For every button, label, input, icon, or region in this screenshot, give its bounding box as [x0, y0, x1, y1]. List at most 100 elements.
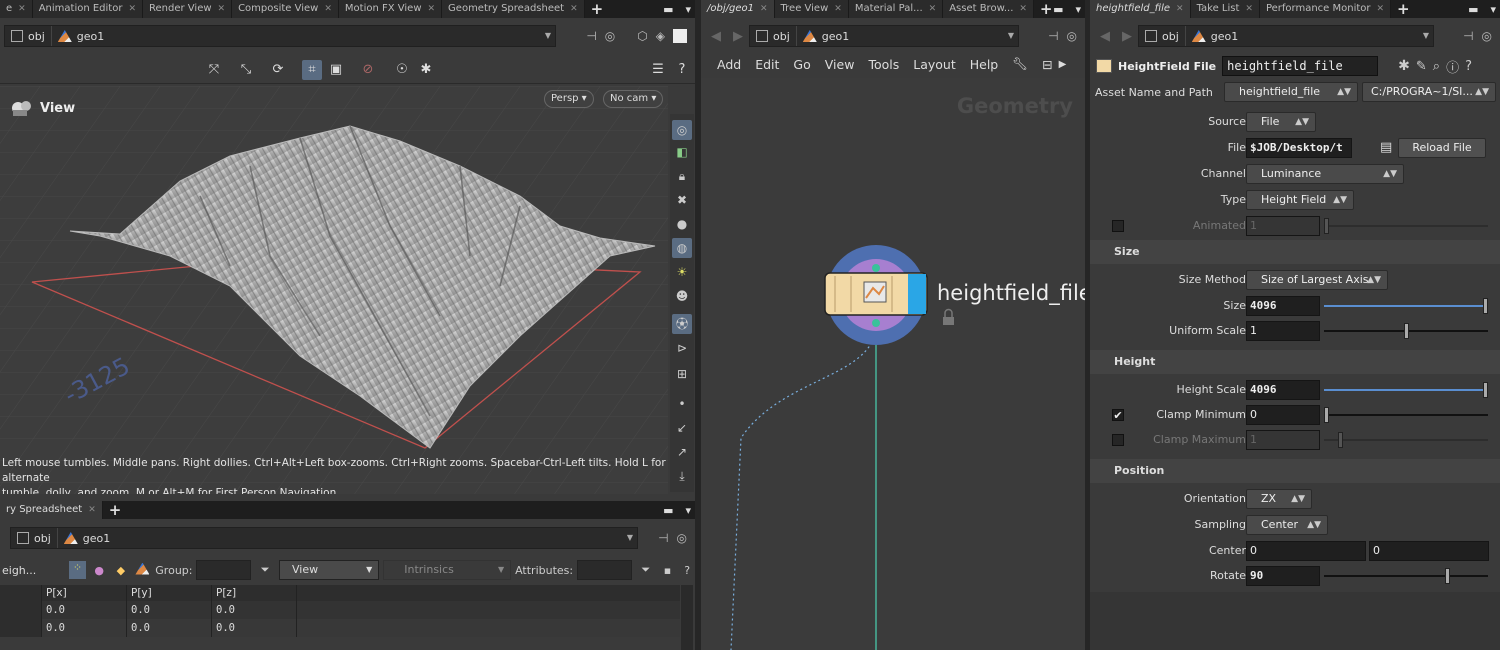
- tab-geometry-spreadsheet-2[interactable]: ry Spreadsheet ✕: [0, 501, 103, 519]
- handle-icon[interactable]: ☉: [392, 60, 412, 80]
- lock-icon[interactable]: [943, 317, 954, 325]
- menu-go[interactable]: Go: [793, 57, 810, 72]
- tab-tree-view[interactable]: Tree View ✕: [774, 0, 849, 18]
- close-icon[interactable]: ✕: [88, 501, 96, 519]
- pin-icon[interactable]: ⊣: [658, 531, 668, 545]
- breadcrumb-geo1[interactable]: geo1: [1184, 26, 1244, 46]
- maximize-icon[interactable]: ▬: [663, 504, 673, 517]
- close-icon[interactable]: ✕: [570, 0, 578, 18]
- persp-menu-button[interactable]: Persp ▾: [544, 90, 594, 108]
- pane-menu-icon[interactable]: ▾: [685, 504, 691, 517]
- display-list-icon[interactable]: ☰: [648, 60, 668, 80]
- tab-motion-fx-view[interactable]: Motion FX View ✕: [338, 0, 443, 18]
- clamp-max-field[interactable]: 1: [1246, 430, 1320, 450]
- render-icon[interactable]: ⊞: [672, 364, 692, 384]
- chevron-right-icon[interactable]: ▶: [1059, 59, 1067, 70]
- filter-icon[interactable]: ⏷: [636, 563, 656, 577]
- animated-checkbox[interactable]: [1112, 220, 1124, 232]
- uniform-scale-slider[interactable]: [1324, 323, 1488, 339]
- column-header[interactable]: P[x]: [42, 585, 127, 601]
- path-field[interactable]: obj geo1 ▼: [1138, 25, 1434, 47]
- clamp-min-checkbox[interactable]: ✔: [1112, 409, 1124, 421]
- shading-icon[interactable]: ◈: [656, 29, 665, 43]
- tab-composite-view[interactable]: Composite View ✕: [232, 0, 339, 18]
- more-icon[interactable]: ⤓: [672, 466, 692, 486]
- tab-network-view[interactable]: /obj/geo1 ✕: [701, 0, 775, 18]
- chevron-down-icon[interactable]: ▼: [627, 533, 633, 542]
- primitives-icon[interactable]: ◆: [112, 564, 130, 577]
- node-name-field[interactable]: heightfield_file: [1222, 56, 1379, 76]
- forward-arrow-icon[interactable]: ▶: [727, 29, 749, 44]
- rotate-tool-icon[interactable]: ⟳: [268, 60, 288, 80]
- lock-icon[interactable]: 🔒︎: [672, 166, 692, 186]
- animated-slider[interactable]: [1324, 218, 1488, 234]
- vector-icon[interactable]: ↗: [672, 442, 692, 462]
- attributes-input[interactable]: [577, 560, 633, 580]
- maximize-icon[interactable]: ▬: [663, 3, 673, 16]
- link-icon[interactable]: ◎: [677, 531, 687, 545]
- position-section-header[interactable]: Position: [1090, 459, 1500, 483]
- tab-unknown[interactable]: e ✕: [0, 0, 33, 18]
- tab-take-list[interactable]: Take List ✕: [1190, 0, 1260, 18]
- tab-performance-monitor[interactable]: Performance Monitor ✕: [1259, 0, 1392, 18]
- height-scale-field[interactable]: 4096: [1246, 380, 1320, 400]
- select-tool-icon[interactable]: ⤧: [204, 60, 224, 80]
- search-icon[interactable]: ⌕: [1433, 59, 1440, 74]
- pane-menu-icon[interactable]: ▾: [1490, 3, 1496, 16]
- help-icon[interactable]: ?: [679, 564, 695, 577]
- scene-viewport[interactable]: -3125 View Persp ▾ No cam ▾ Left mouse t…: [0, 86, 668, 494]
- breadcrumb-obj[interactable]: obj: [11, 528, 57, 548]
- add-tab-icon[interactable]: +: [1391, 0, 1416, 18]
- wrench-icon[interactable]: 🔧︎: [1012, 56, 1028, 72]
- chevron-down-icon[interactable]: ▼: [1008, 31, 1014, 40]
- animated-field[interactable]: 1: [1246, 216, 1320, 236]
- close-icon[interactable]: ✕: [1019, 0, 1027, 18]
- close-icon[interactable]: ✕: [760, 0, 768, 18]
- settings-icon[interactable]: ✱: [416, 60, 436, 80]
- tab-animation-editor[interactable]: Animation Editor ✕: [32, 0, 144, 18]
- link-icon[interactable]: ◎: [1482, 29, 1492, 43]
- close-icon[interactable]: ✕: [834, 0, 842, 18]
- add-tab-icon[interactable]: +: [585, 0, 610, 18]
- link-icon[interactable]: ◎: [605, 29, 615, 43]
- tab-parameters[interactable]: heightfield_file ✕: [1090, 0, 1191, 18]
- camera-menu-button[interactable]: No cam ▾: [603, 90, 664, 108]
- node-name-label[interactable]: heightfield_file: [937, 281, 1085, 305]
- path-field[interactable]: obj geo1 ▼: [10, 527, 638, 549]
- menu-tools[interactable]: Tools: [868, 57, 899, 72]
- group-input[interactable]: [196, 560, 252, 580]
- center-x-field[interactable]: 0: [1246, 541, 1366, 561]
- table-row[interactable]: 0.0 0.0 0.0: [0, 601, 680, 619]
- link-icon[interactable]: ◎: [1067, 29, 1077, 43]
- maximize-icon[interactable]: ▬: [1053, 3, 1063, 16]
- display-flag[interactable]: [908, 274, 926, 314]
- camera-side-icon[interactable]: ⊳: [672, 338, 692, 358]
- grid-icon[interactable]: ▣: [326, 60, 346, 80]
- maximize-icon[interactable]: ▬: [1468, 3, 1478, 16]
- asset-name-menu[interactable]: heightfield_file ▲▼: [1224, 82, 1358, 102]
- reload-file-button[interactable]: Reload File: [1398, 138, 1486, 158]
- filter-icon[interactable]: ⏷: [255, 563, 275, 577]
- breadcrumb-geo1[interactable]: geo1: [56, 528, 116, 548]
- path-field[interactable]: obj geo1 ▼: [749, 25, 1019, 47]
- close-icon[interactable]: ✕: [324, 0, 332, 18]
- uniform-scale-field[interactable]: 1: [1246, 321, 1320, 341]
- close-icon[interactable]: ✕: [929, 0, 937, 18]
- clamp-max-slider[interactable]: [1324, 432, 1488, 448]
- sampling-menu[interactable]: Center ▲▼: [1246, 515, 1328, 535]
- info-icon[interactable]: ⓘ: [1446, 57, 1459, 76]
- vertices-icon[interactable]: ●: [90, 564, 108, 577]
- size-section-header[interactable]: Size: [1090, 240, 1500, 264]
- help-icon[interactable]: ?: [672, 60, 692, 80]
- pin-icon[interactable]: ⊣: [586, 29, 596, 43]
- disabled-icon[interactable]: ⊘: [358, 60, 378, 80]
- file-field[interactable]: $JOB/Desktop/t: [1246, 138, 1352, 158]
- rotate-field[interactable]: 90: [1246, 566, 1320, 586]
- column-header[interactable]: [0, 585, 42, 601]
- input-connector[interactable]: [872, 264, 880, 272]
- size-slider[interactable]: [1324, 298, 1488, 314]
- person-icon[interactable]: ☻: [672, 286, 692, 306]
- height-scale-slider[interactable]: [1324, 382, 1488, 398]
- pin-icon[interactable]: ⊣: [1048, 29, 1058, 43]
- close-icon[interactable]: ✕: [18, 0, 26, 18]
